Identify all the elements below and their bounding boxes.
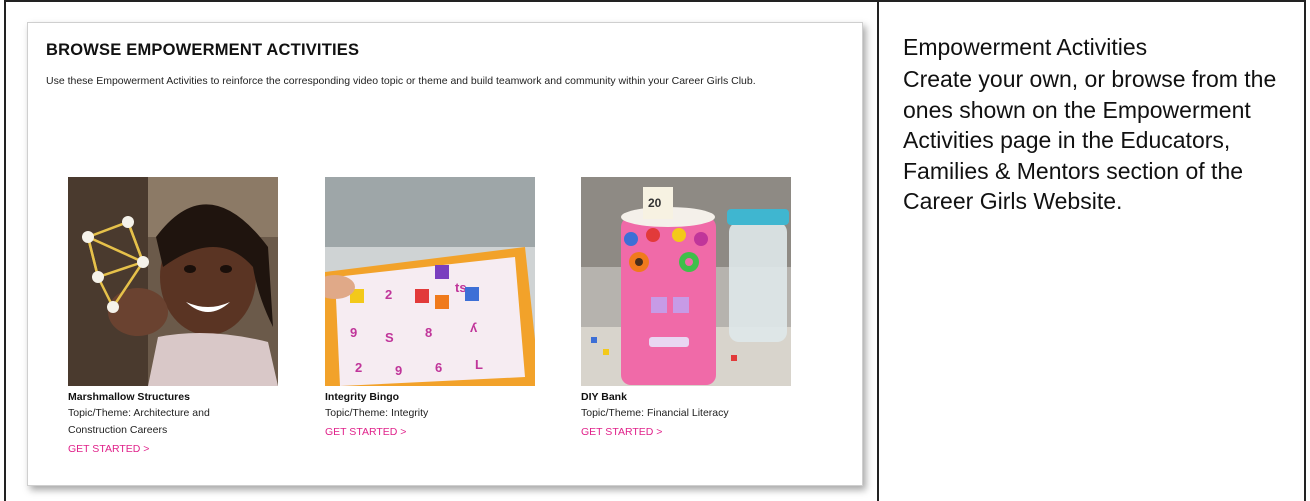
svg-text:6: 6 [435, 360, 442, 375]
side-body-text: Create your own, or browse from the ones… [903, 66, 1277, 214]
browse-title: BROWSE EMPOWERMENT ACTIVITIES [46, 41, 360, 59]
svg-text:2: 2 [385, 287, 392, 302]
column-divider [877, 0, 879, 501]
get-started-link[interactable]: GET STARTED > [68, 443, 149, 455]
side-heading: Empowerment Activities [903, 34, 1148, 60]
svg-text:ts: ts [455, 280, 467, 295]
activity-card-integrity-bingo: b2ts 9S8ʎ 296L Integrity Bingo Topic/The… [325, 177, 537, 440]
diy-bank-image[interactable]: 20 [581, 177, 791, 386]
browse-activities-card: BROWSE EMPOWERMENT ACTIVITIES Use these … [27, 22, 863, 486]
activity-card-diy-bank: 20 DIY Bank Topic/Theme: Financial Liter… [581, 177, 793, 440]
activity-topic: Topic/Theme: Integrity [325, 407, 429, 419]
svg-text:S: S [385, 330, 394, 345]
svg-text:8: 8 [425, 325, 432, 340]
svg-text:20: 20 [648, 196, 662, 210]
activity-name: Integrity Bingo [325, 391, 400, 403]
activity-topic: Topic/Theme: Financial Literacy [581, 407, 729, 419]
get-started-link[interactable]: GET STARTED > [325, 426, 406, 438]
browse-description: Use these Empowerment Activities to rein… [46, 75, 756, 87]
activity-card-marshmallow: Marshmallow Structures Topic/Theme: Arch… [68, 177, 280, 457]
svg-text:2: 2 [355, 360, 362, 375]
integrity-bingo-image[interactable]: b2ts 9S8ʎ 296L [325, 177, 535, 386]
get-started-link[interactable]: GET STARTED > [581, 426, 662, 438]
activity-name: DIY Bank [581, 391, 627, 403]
activity-name: Marshmallow Structures [68, 391, 190, 403]
svg-text:ʎ: ʎ [470, 320, 478, 335]
svg-text:9: 9 [395, 363, 402, 378]
svg-text:9: 9 [350, 325, 357, 340]
marshmallow-structures-image[interactable] [68, 177, 278, 386]
activity-topic: Topic/Theme: Architecture and Constructi… [68, 407, 210, 436]
svg-text:L: L [475, 357, 483, 372]
